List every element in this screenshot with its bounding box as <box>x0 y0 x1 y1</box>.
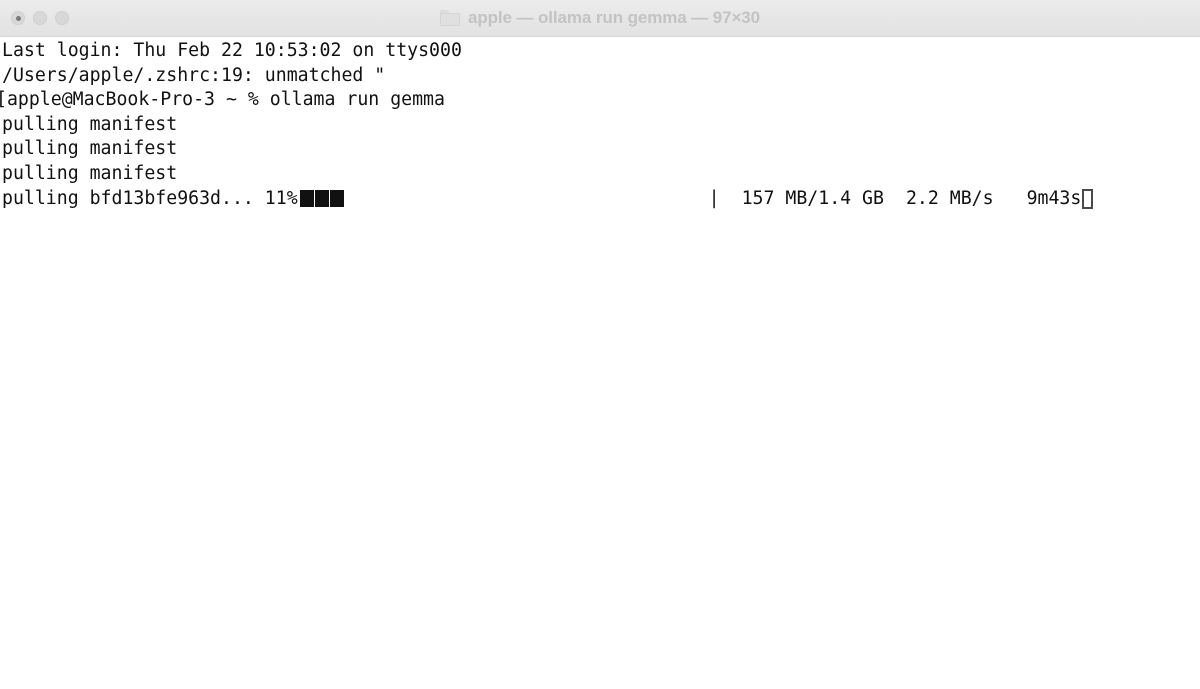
title-bar[interactable]: apple — ollama run gemma — 97×30 <box>0 0 1200 37</box>
progress-eta: 9m43s <box>1026 187 1082 209</box>
progress-bar <box>299 190 709 208</box>
window-controls <box>0 11 69 25</box>
progress-separator: | <box>708 187 720 209</box>
folder-icon <box>439 10 460 26</box>
close-button[interactable] <box>11 11 25 25</box>
terminal-body[interactable]: Last login: Thu Feb 22 10:53:02 on ttys0… <box>0 37 1200 689</box>
progress-block <box>299 190 314 208</box>
progress-block <box>314 190 329 208</box>
terminal-line-prompt: [apple@MacBook-Pro-3 ~ % ollama run gemm… <box>0 89 445 111</box>
progress-size: 157 MB/1.4 GB <box>741 187 884 209</box>
minimize-button[interactable] <box>33 11 47 25</box>
terminal-window: apple — ollama run gemma — 97×30 Last lo… <box>0 0 1200 689</box>
terminal-line-manifest-1: pulling manifest <box>2 113 178 135</box>
progress-block <box>329 190 344 208</box>
window-title-group: apple — ollama run gemma — 97×30 <box>0 0 1200 36</box>
terminal-line-manifest-2: pulling manifest <box>2 138 178 160</box>
terminal-cursor <box>1082 188 1094 209</box>
terminal-line-zshrc-warning: /Users/apple/.zshrc:19: unmatched " <box>2 64 386 86</box>
progress-bar-fill <box>299 190 344 208</box>
zoom-button[interactable] <box>55 11 69 25</box>
terminal-line-manifest-3: pulling manifest <box>2 162 178 184</box>
download-progress-row: pulling bfd13bfe963d... 11% | 157 MB/1.4… <box>0 187 1200 212</box>
window-title: apple — ollama run gemma — 97×30 <box>467 8 761 27</box>
progress-percent: 11% <box>264 187 298 209</box>
terminal-line-login: Last login: Thu Feb 22 10:53:02 on ttys0… <box>2 40 462 61</box>
progress-speed: 2.2 MB/s <box>905 187 994 209</box>
progress-label: pulling bfd13bfe963d... <box>2 187 265 209</box>
terminal-output: Last login: Thu Feb 22 10:53:02 on ttys0… <box>0 39 1200 211</box>
